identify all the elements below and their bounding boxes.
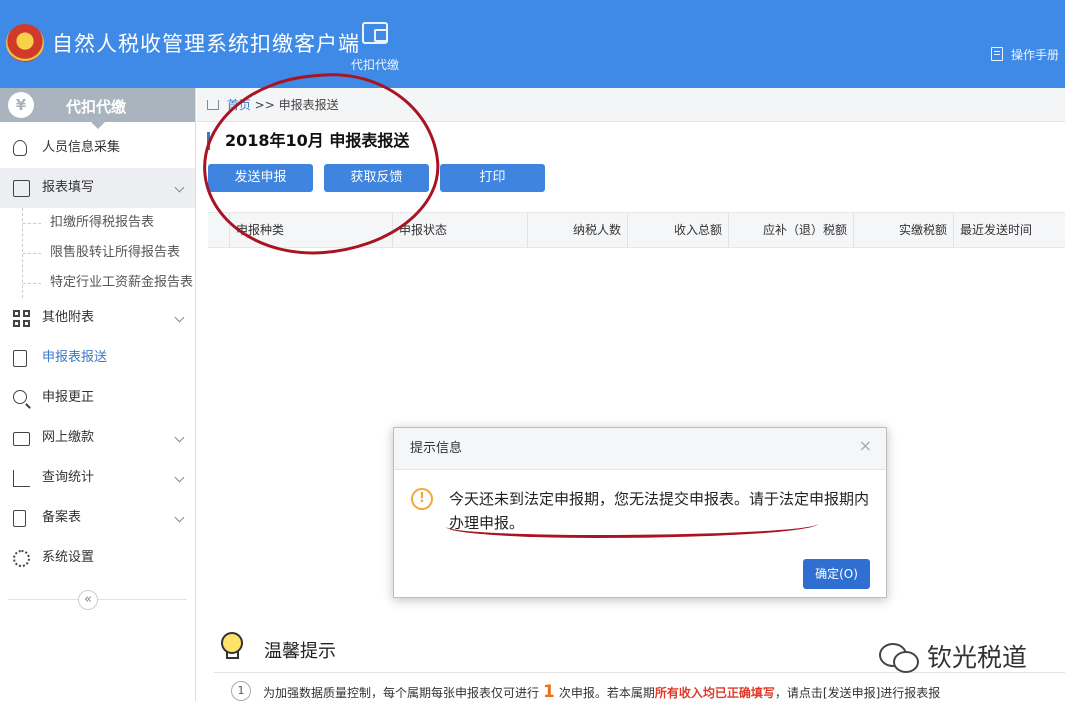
folder-icon xyxy=(13,432,30,446)
sub-item-restricted-stock-report[interactable]: 限售股转让所得报告表 xyxy=(23,238,195,268)
table-header: 申报种类 申报状态 纳税人数 收入总额 应补（退）税额 实缴税额 最近发送时间 xyxy=(208,212,1065,248)
chevron-down-icon xyxy=(174,182,185,193)
manual-link[interactable]: 操作手册 xyxy=(990,46,1059,63)
tip-count: 1 xyxy=(543,682,555,701)
close-icon[interactable]: × xyxy=(859,436,872,455)
tip-number-badge: 1 xyxy=(231,681,251,701)
manual-label: 操作手册 xyxy=(1010,48,1059,62)
ok-button[interactable]: 确定(O) xyxy=(803,559,870,589)
get-feedback-button[interactable]: 获取反馈 xyxy=(324,164,429,192)
app-title: 自然人税收管理系统扣缴客户端 xyxy=(52,32,360,56)
edit-icon xyxy=(13,180,30,197)
header-spacer xyxy=(208,213,230,247)
sidebar-item-settings[interactable]: 系统设置 xyxy=(0,538,195,578)
sidebar-item-label: 系统设置 xyxy=(42,550,95,565)
sidebar-item-label: 其他附表 xyxy=(42,310,95,325)
document-icon xyxy=(990,47,1003,61)
grid-icon xyxy=(13,310,30,327)
chevron-down-icon xyxy=(174,432,185,443)
user-icon xyxy=(13,140,27,156)
sidebar-item-label: 人员信息采集 xyxy=(42,140,121,155)
sub-item-withholding-report[interactable]: 扣缴所得税报告表 xyxy=(23,208,195,238)
tip-text-a: 为加强数据质量控制，每个属期每张申报表仅可进行 xyxy=(263,686,540,700)
tip-text: 为加强数据质量控制，每个属期每张申报表仅可进行 1 次申报。若本属期所有收入均已正确… xyxy=(263,682,940,701)
dialog-message: 今天还未到法定申报期，您无法提交申报表。请于法定申报期内办理申报。 xyxy=(449,490,870,532)
copy-icon xyxy=(13,510,26,527)
chevron-down-icon xyxy=(174,512,185,523)
collapse-sidebar-button[interactable]: « xyxy=(78,590,98,610)
tax-emblem-logo xyxy=(6,24,44,62)
gear-icon xyxy=(13,550,30,567)
action-toolbar: 发送申报 获取反馈 打印 xyxy=(208,164,556,192)
tip-text-b: 次申报。若本属期 xyxy=(558,686,655,700)
column-header-last-sent[interactable]: 最近发送时间 xyxy=(954,213,1065,247)
print-button[interactable]: 打印 xyxy=(440,164,545,192)
watermark-text: 钦光税道 xyxy=(927,643,1028,672)
app-header: 自然人税收管理系统扣缴客户端 代扣代缴 操作手册 xyxy=(0,0,1065,88)
sidebar-item-online-payment[interactable]: 网上缴款 xyxy=(0,418,195,458)
sidebar-item-other-schedules[interactable]: 其他附表 xyxy=(0,298,195,338)
home-icon xyxy=(207,100,219,110)
column-header-taxpayers[interactable]: 纳税人数 xyxy=(528,213,628,247)
warning-icon: ! xyxy=(411,488,433,510)
wechat-icon xyxy=(879,643,919,673)
sidebar-item-personnel[interactable]: 人员信息采集 xyxy=(0,128,195,168)
main-content: 首页 >> 申报表报送 2018年10月 申报表报送 发送申报 获取反馈 打印 申报… xyxy=(197,88,1065,701)
breadcrumb-current: 申报表报送 xyxy=(278,98,339,112)
sidebar-item-label: 备案表 xyxy=(42,510,82,525)
sub-item-industry-salary-report[interactable]: 特定行业工资薪金报告表 xyxy=(23,268,195,298)
top-nav-label: 代扣代缴 xyxy=(350,58,399,72)
stats-search-icon xyxy=(13,470,30,487)
column-header-income[interactable]: 收入总额 xyxy=(628,213,729,247)
sidebar-item-label: 报表填写 xyxy=(42,180,95,195)
report-fill-submenu: 扣缴所得税报告表 限售股转让所得报告表 特定行业工资薪金报告表 xyxy=(22,208,195,298)
document-list-icon xyxy=(13,350,27,367)
tips-title: 温馨提示 xyxy=(264,641,336,662)
tip-text-c: ，请点击[发送申报]进行报表报 xyxy=(774,686,941,700)
sidebar-item-report-fill[interactable]: 报表填写 xyxy=(0,168,195,208)
watermark: 钦光税道 xyxy=(879,638,1027,674)
top-nav-withholding[interactable]: 代扣代缴 xyxy=(346,22,404,73)
breadcrumb-home[interactable]: 首页 xyxy=(227,98,251,112)
chevron-down-icon xyxy=(174,472,185,483)
light-bulb-icon xyxy=(217,630,243,660)
page-title: 2018年10月 申报表报送 xyxy=(207,132,409,150)
sidebar-item-label: 网上缴款 xyxy=(42,430,95,445)
sidebar-item-submit-report[interactable]: 申报表报送 xyxy=(0,338,195,378)
wallet-icon xyxy=(362,22,388,44)
sidebar-item-query-stats[interactable]: 查询统计 xyxy=(0,458,195,498)
sidebar-item-label: 申报表报送 xyxy=(42,350,108,365)
chevron-down-icon xyxy=(174,312,185,323)
yen-icon: ¥ xyxy=(8,92,34,118)
sidebar-item-label: 查询统计 xyxy=(42,470,95,485)
column-header-type[interactable]: 申报种类 xyxy=(230,213,393,247)
column-header-tax-due[interactable]: 应补（退）税额 xyxy=(729,213,854,247)
dialog-title: 提示信息 xyxy=(394,428,886,470)
sidebar: ¥ 代扣代缴 人员信息采集 报表填写 扣缴所得税报告表 限售股转让所得报告表 特… xyxy=(0,88,196,701)
sidebar-header: ¥ 代扣代缴 xyxy=(0,88,195,129)
sidebar-item-correction[interactable]: 申报更正 xyxy=(0,378,195,418)
info-dialog: 提示信息 × ! 今天还未到法定申报期，您无法提交申报表。请于法定申报期内办理申… xyxy=(393,427,887,598)
search-icon xyxy=(13,390,27,404)
sidebar-item-filing[interactable]: 备案表 xyxy=(0,498,195,538)
sidebar-menu: 人员信息采集 报表填写 扣缴所得税报告表 限售股转让所得报告表 特定行业工资薪金… xyxy=(0,128,195,578)
column-header-tax-paid[interactable]: 实缴税额 xyxy=(854,213,954,247)
breadcrumb: 首页 >> 申报表报送 xyxy=(197,88,1065,122)
send-declaration-button[interactable]: 发送申报 xyxy=(208,164,313,192)
sidebar-title: 代扣代缴 xyxy=(66,98,127,116)
breadcrumb-separator: >> xyxy=(254,98,275,112)
tip-highlight: 所有收入均已正确填写 xyxy=(654,686,775,700)
column-header-status[interactable]: 申报状态 xyxy=(393,213,528,247)
sidebar-item-label: 申报更正 xyxy=(42,390,95,405)
